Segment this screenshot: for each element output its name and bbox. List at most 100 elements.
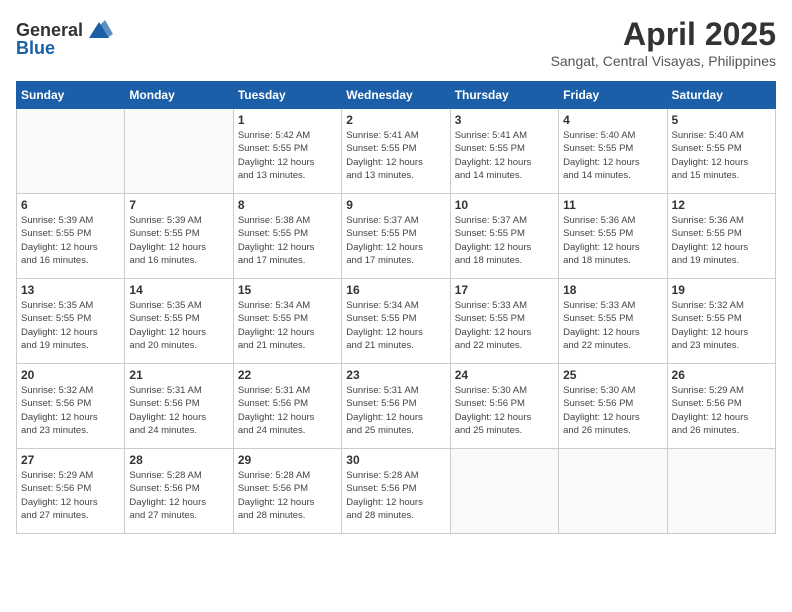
calendar-cell (559, 449, 667, 534)
calendar-cell: 6 Sunrise: 5:39 AM Sunset: 5:55 PM Daylig… (17, 194, 125, 279)
calendar-cell: 13 Sunrise: 5:35 AM Sunset: 5:55 PM Dayli… (17, 279, 125, 364)
calendar-cell: 7Sunrise: 5:39 AM Sunset: 5:55 PM Daylig… (125, 194, 233, 279)
logo: General Blue (16, 16, 113, 59)
day-info: Sunrise: 5:31 AM Sunset: 5:56 PM Dayligh… (129, 384, 228, 437)
week-row-3: 13 Sunrise: 5:35 AM Sunset: 5:55 PM Dayli… (17, 279, 776, 364)
month-year-title: April 2025 (551, 16, 776, 53)
day-number: 3 (455, 113, 554, 127)
day-number: 15 (238, 283, 337, 297)
title-area: April 2025 Sangat, Central Visayas, Phil… (551, 16, 776, 69)
day-number: 24 (455, 368, 554, 382)
day-number: 22 (238, 368, 337, 382)
day-number: 28 (129, 453, 228, 467)
day-info: Sunrise: 5:28 AM Sunset: 5:56 PM Dayligh… (346, 469, 445, 522)
calendar-cell: 17Sunrise: 5:33 AM Sunset: 5:55 PM Dayli… (450, 279, 558, 364)
day-info: Sunrise: 5:28 AM Sunset: 5:56 PM Dayligh… (129, 469, 228, 522)
calendar-cell: 1Sunrise: 5:42 AM Sunset: 5:55 PM Daylig… (233, 109, 341, 194)
calendar-cell: 16Sunrise: 5:34 AM Sunset: 5:55 PM Dayli… (342, 279, 450, 364)
calendar-cell: 4 Sunrise: 5:40 AM Sunset: 5:55 PM Daylig… (559, 109, 667, 194)
week-row-2: 6 Sunrise: 5:39 AM Sunset: 5:55 PM Daylig… (17, 194, 776, 279)
calendar-cell: 12Sunrise: 5:36 AM Sunset: 5:55 PM Dayli… (667, 194, 775, 279)
day-info: Sunrise: 5:29 AM Sunset: 5:56 PM Dayligh… (21, 469, 120, 522)
day-number: 21 (129, 368, 228, 382)
calendar-cell: 15 Sunrise: 5:34 AM Sunset: 5:55 PM Dayli… (233, 279, 341, 364)
day-info: Sunrise: 5:32 AM Sunset: 5:56 PM Dayligh… (21, 384, 120, 437)
calendar-cell: 10Sunrise: 5:37 AM Sunset: 5:55 PM Dayli… (450, 194, 558, 279)
day-info: Sunrise: 5:28 AM Sunset: 5:56 PM Dayligh… (238, 469, 337, 522)
logo-blue: Blue (16, 38, 55, 59)
week-row-4: 20Sunrise: 5:32 AM Sunset: 5:56 PM Dayli… (17, 364, 776, 449)
day-number: 4 (563, 113, 662, 127)
day-number: 9 (346, 198, 445, 212)
calendar-cell (450, 449, 558, 534)
day-info: Sunrise: 5:30 AM Sunset: 5:56 PM Dayligh… (563, 384, 662, 437)
calendar-header-row: SundayMondayTuesdayWednesdayThursdayFrid… (17, 82, 776, 109)
calendar-cell: 22 Sunrise: 5:31 AM Sunset: 5:56 PM Dayli… (233, 364, 341, 449)
calendar-cell: 24 Sunrise: 5:30 AM Sunset: 5:56 PM Dayli… (450, 364, 558, 449)
calendar-cell: 2 Sunrise: 5:41 AM Sunset: 5:55 PM Daylig… (342, 109, 450, 194)
day-info: Sunrise: 5:35 AM Sunset: 5:55 PM Dayligh… (21, 299, 120, 352)
day-number: 13 (21, 283, 120, 297)
day-info: Sunrise: 5:37 AM Sunset: 5:55 PM Dayligh… (346, 214, 445, 267)
calendar-cell: 5 Sunrise: 5:40 AM Sunset: 5:55 PM Daylig… (667, 109, 775, 194)
day-info: Sunrise: 5:40 AM Sunset: 5:55 PM Dayligh… (563, 129, 662, 182)
day-number: 30 (346, 453, 445, 467)
day-info: Sunrise: 5:35 AM Sunset: 5:55 PM Dayligh… (129, 299, 228, 352)
day-number: 7 (129, 198, 228, 212)
day-info: Sunrise: 5:42 AM Sunset: 5:55 PM Dayligh… (238, 129, 337, 182)
day-info: Sunrise: 5:31 AM Sunset: 5:56 PM Dayligh… (238, 384, 337, 437)
day-info: Sunrise: 5:39 AM Sunset: 5:55 PM Dayligh… (21, 214, 120, 267)
day-info: Sunrise: 5:30 AM Sunset: 5:56 PM Dayligh… (455, 384, 554, 437)
logo-icon (85, 16, 113, 44)
day-number: 27 (21, 453, 120, 467)
calendar-header-friday: Friday (559, 82, 667, 109)
calendar-cell: 9 Sunrise: 5:37 AM Sunset: 5:55 PM Daylig… (342, 194, 450, 279)
calendar-cell: 3Sunrise: 5:41 AM Sunset: 5:55 PM Daylig… (450, 109, 558, 194)
calendar-cell (667, 449, 775, 534)
calendar-cell: 18Sunrise: 5:33 AM Sunset: 5:55 PM Dayli… (559, 279, 667, 364)
calendar-cell: 14Sunrise: 5:35 AM Sunset: 5:55 PM Dayli… (125, 279, 233, 364)
calendar-cell: 29 Sunrise: 5:28 AM Sunset: 5:56 PM Dayli… (233, 449, 341, 534)
week-row-5: 27 Sunrise: 5:29 AM Sunset: 5:56 PM Dayli… (17, 449, 776, 534)
day-number: 10 (455, 198, 554, 212)
day-number: 6 (21, 198, 120, 212)
calendar-header-saturday: Saturday (667, 82, 775, 109)
calendar-header-wednesday: Wednesday (342, 82, 450, 109)
day-info: Sunrise: 5:34 AM Sunset: 5:55 PM Dayligh… (346, 299, 445, 352)
calendar-header-thursday: Thursday (450, 82, 558, 109)
day-number: 8 (238, 198, 337, 212)
calendar-cell: 20Sunrise: 5:32 AM Sunset: 5:56 PM Dayli… (17, 364, 125, 449)
day-info: Sunrise: 5:41 AM Sunset: 5:55 PM Dayligh… (346, 129, 445, 182)
calendar-header-sunday: Sunday (17, 82, 125, 109)
page-header: General Blue April 2025 Sangat, Central … (16, 16, 776, 69)
day-number: 5 (672, 113, 771, 127)
calendar-cell (17, 109, 125, 194)
calendar-header-tuesday: Tuesday (233, 82, 341, 109)
day-number: 25 (563, 368, 662, 382)
day-info: Sunrise: 5:38 AM Sunset: 5:55 PM Dayligh… (238, 214, 337, 267)
day-number: 18 (563, 283, 662, 297)
week-row-1: 1Sunrise: 5:42 AM Sunset: 5:55 PM Daylig… (17, 109, 776, 194)
location-subtitle: Sangat, Central Visayas, Philippines (551, 53, 776, 69)
calendar-cell: 26 Sunrise: 5:29 AM Sunset: 5:56 PM Dayli… (667, 364, 775, 449)
day-info: Sunrise: 5:33 AM Sunset: 5:55 PM Dayligh… (455, 299, 554, 352)
calendar-cell: 11Sunrise: 5:36 AM Sunset: 5:55 PM Dayli… (559, 194, 667, 279)
day-number: 29 (238, 453, 337, 467)
calendar-header-monday: Monday (125, 82, 233, 109)
day-number: 26 (672, 368, 771, 382)
calendar-cell: 21 Sunrise: 5:31 AM Sunset: 5:56 PM Dayli… (125, 364, 233, 449)
calendar-cell: 28 Sunrise: 5:28 AM Sunset: 5:56 PM Dayli… (125, 449, 233, 534)
day-info: Sunrise: 5:31 AM Sunset: 5:56 PM Dayligh… (346, 384, 445, 437)
day-number: 23 (346, 368, 445, 382)
calendar-cell: 23 Sunrise: 5:31 AM Sunset: 5:56 PM Dayli… (342, 364, 450, 449)
calendar-cell (125, 109, 233, 194)
calendar-cell: 25 Sunrise: 5:30 AM Sunset: 5:56 PM Dayli… (559, 364, 667, 449)
day-number: 2 (346, 113, 445, 127)
day-number: 19 (672, 283, 771, 297)
day-info: Sunrise: 5:29 AM Sunset: 5:56 PM Dayligh… (672, 384, 771, 437)
calendar-cell: 19Sunrise: 5:32 AM Sunset: 5:55 PM Dayli… (667, 279, 775, 364)
day-number: 11 (563, 198, 662, 212)
calendar-cell: 8 Sunrise: 5:38 AM Sunset: 5:55 PM Daylig… (233, 194, 341, 279)
day-info: Sunrise: 5:40 AM Sunset: 5:55 PM Dayligh… (672, 129, 771, 182)
day-info: Sunrise: 5:34 AM Sunset: 5:55 PM Dayligh… (238, 299, 337, 352)
